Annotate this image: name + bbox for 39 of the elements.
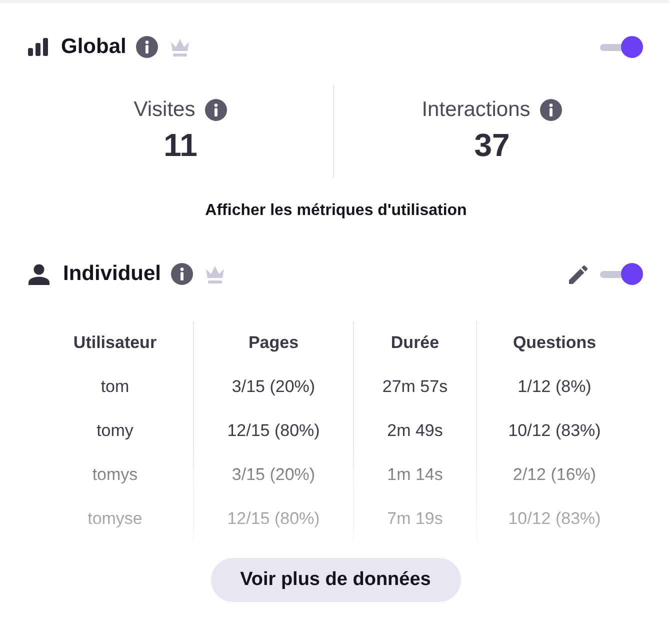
toggle-switch[interactable] [600, 36, 643, 58]
column-header: Pages [248, 333, 299, 353]
table-cell: 1/12 (8%) [518, 377, 592, 397]
info-icon[interactable] [171, 263, 194, 285]
section-title: Global [61, 34, 126, 60]
column-header: Durée [390, 333, 440, 353]
signal-bars-icon [28, 38, 48, 56]
table-cell: 10/12 (83%) [508, 509, 601, 529]
table-cell: 2m 49s [387, 421, 443, 441]
table-cell: tomy [96, 421, 134, 441]
table-cell: 2/12 (16%) [512, 465, 596, 485]
table-cell: 12/15 (80%) [227, 509, 320, 529]
table-cell: 1m 14s [387, 465, 443, 485]
info-icon[interactable] [205, 99, 228, 121]
table-cell: 27m 57s [382, 377, 448, 397]
table-cell: tomyse [88, 509, 142, 529]
stat-label: Visites [134, 97, 196, 123]
section-title: Individuel [63, 261, 162, 287]
edit-icon[interactable] [569, 264, 588, 284]
column-header: Utilisateur [73, 333, 157, 353]
table-cell: 10/12 (83%) [508, 421, 601, 441]
table-cell: 3/15 (20%) [232, 465, 316, 485]
table-cell: tomys [92, 465, 138, 485]
table-cell: 3/15 (20%) [232, 377, 316, 397]
table-cell: 12/15 (80%) [227, 421, 320, 441]
stat-value: 37 [474, 127, 510, 163]
toggle-switch[interactable] [600, 263, 643, 285]
stat-label: Interactions [422, 97, 530, 123]
crown-icon [205, 264, 226, 284]
crown-icon [170, 38, 190, 56]
person-icon [28, 264, 50, 284]
column-header: Questions [512, 333, 596, 353]
table-cell: tom [100, 377, 130, 397]
info-icon[interactable] [540, 99, 562, 121]
usage-metrics-link[interactable]: Afficher les métriques d'utilisation [205, 201, 467, 221]
stat-value: 11 [164, 127, 198, 163]
info-icon[interactable] [136, 36, 158, 58]
show-more-button[interactable]: Voir plus de données [210, 558, 460, 602]
table-cell: 7m 19s [387, 509, 443, 529]
